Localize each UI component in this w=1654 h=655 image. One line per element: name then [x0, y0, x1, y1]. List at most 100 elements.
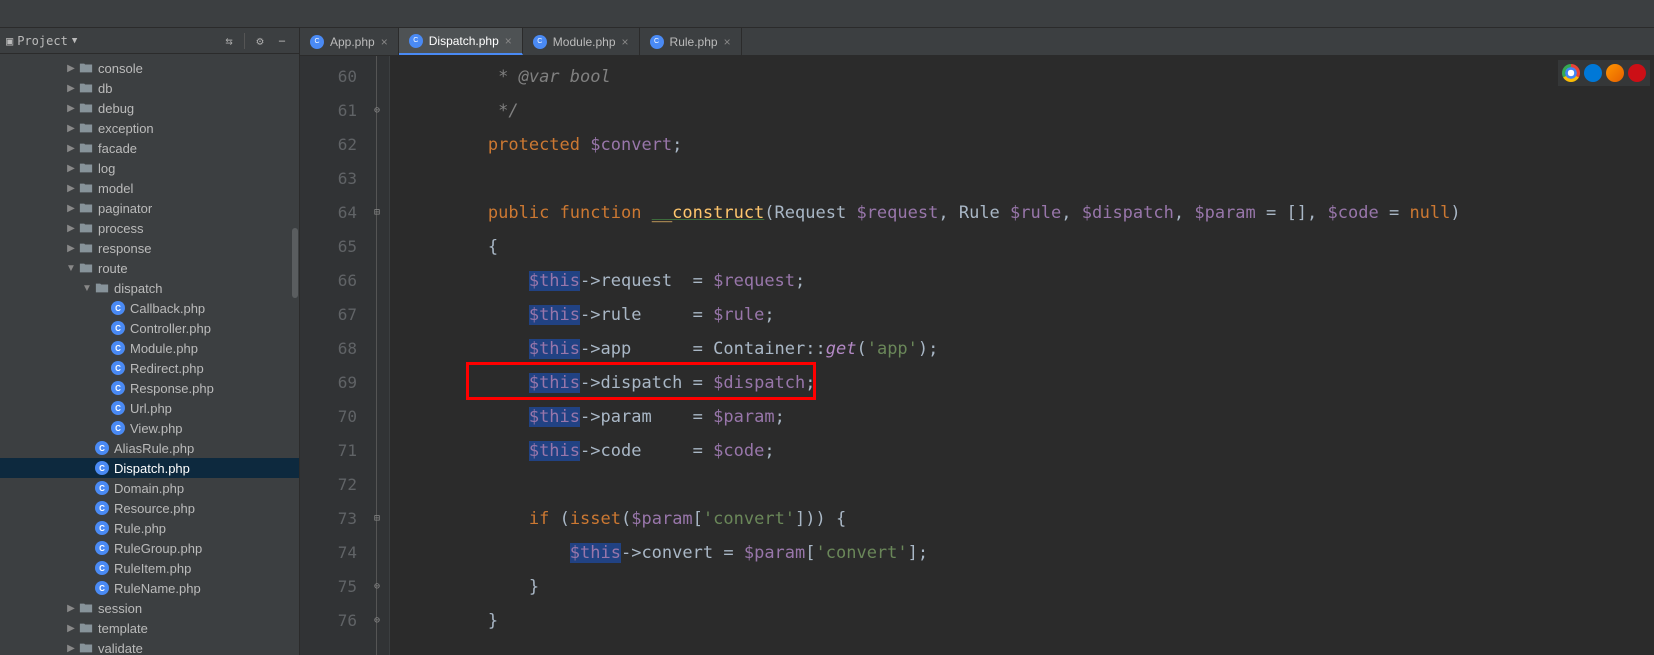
line-number: 73⊟ [300, 502, 389, 536]
code-line[interactable] [406, 468, 1654, 502]
line-number: 69 [300, 366, 389, 400]
fold-marker-icon[interactable]: ⊖ [371, 581, 383, 593]
code-line[interactable]: $this->code = $code; [406, 434, 1654, 468]
tree-folder[interactable]: route [0, 258, 299, 278]
gutter: 6061⊖626364⊟656667686970717273⊟7475⊖76⊖ [300, 56, 390, 655]
tree-folder[interactable]: log [0, 158, 299, 178]
tree-item-label: template [98, 621, 148, 636]
close-icon[interactable]: × [505, 34, 512, 48]
tree-folder[interactable]: validate [0, 638, 299, 655]
gear-icon[interactable]: ⚙ [249, 30, 271, 52]
code-line[interactable]: if (isset($param['convert'])) { [406, 502, 1654, 536]
tree-arrow-icon[interactable] [64, 243, 78, 254]
code-line[interactable]: } [406, 570, 1654, 604]
tree-file[interactable]: CUrl.php [0, 398, 299, 418]
code-line[interactable]: * @var bool [406, 60, 1654, 94]
tree-folder[interactable]: model [0, 178, 299, 198]
tab-label: Dispatch.php [429, 34, 499, 48]
code-line[interactable]: $this->rule = $rule; [406, 298, 1654, 332]
hide-icon[interactable]: − [271, 30, 293, 52]
tree-arrow-icon[interactable] [64, 123, 78, 134]
tree-file[interactable]: CModule.php [0, 338, 299, 358]
tree-folder[interactable]: debug [0, 98, 299, 118]
tree-arrow-icon[interactable] [64, 263, 78, 274]
tree-arrow-icon[interactable] [64, 223, 78, 234]
tree-file[interactable]: CRule.php [0, 518, 299, 538]
editor-area: CApp.php×CDispatch.php×CModule.php×CRule… [300, 28, 1654, 655]
tree-folder[interactable]: response [0, 238, 299, 258]
tree-file[interactable]: CRedirect.php [0, 358, 299, 378]
fold-marker-icon[interactable]: ⊖ [371, 105, 383, 117]
tree-file[interactable]: CController.php [0, 318, 299, 338]
tree-folder[interactable]: session [0, 598, 299, 618]
line-number: 60 [300, 60, 389, 94]
tree-file[interactable]: CCallback.php [0, 298, 299, 318]
fold-marker-icon[interactable]: ⊖ [371, 615, 383, 627]
editor-tab[interactable]: CRule.php× [640, 28, 742, 55]
tree-arrow-icon[interactable] [64, 143, 78, 154]
code-line[interactable]: $this->convert = $param['convert']; [406, 536, 1654, 570]
line-number: 61⊖ [300, 94, 389, 128]
tree-file[interactable]: CResponse.php [0, 378, 299, 398]
tree-arrow-icon[interactable] [64, 63, 78, 74]
tree-file[interactable]: CRuleItem.php [0, 558, 299, 578]
tree-item-label: RuleItem.php [114, 561, 191, 576]
tree-folder[interactable]: console [0, 58, 299, 78]
tree-folder[interactable]: exception [0, 118, 299, 138]
code-line[interactable]: } [406, 604, 1654, 638]
tree-item-label: Controller.php [130, 321, 211, 336]
tree-folder[interactable]: process [0, 218, 299, 238]
code-line[interactable]: { [406, 230, 1654, 264]
tree-folder[interactable]: dispatch [0, 278, 299, 298]
tree-arrow-icon[interactable] [64, 623, 78, 634]
code-line[interactable]: $this->app = Container::get('app'); [406, 332, 1654, 366]
tree-file[interactable]: CAliasRule.php [0, 438, 299, 458]
tree-file[interactable]: CRuleGroup.php [0, 538, 299, 558]
opera-icon[interactable] [1628, 64, 1646, 82]
firefox-icon[interactable] [1606, 64, 1624, 82]
browser-preview-icons[interactable] [1558, 60, 1650, 86]
code-line[interactable]: */ [406, 94, 1654, 128]
tree-file[interactable]: CRuleName.php [0, 578, 299, 598]
code-line[interactable] [406, 162, 1654, 196]
fold-marker-icon[interactable]: ⊟ [371, 207, 383, 219]
tree-arrow-icon[interactable] [64, 183, 78, 194]
tree-folder[interactable]: template [0, 618, 299, 638]
code-line[interactable]: public function __construct(Request $req… [406, 196, 1654, 230]
tree-folder[interactable]: facade [0, 138, 299, 158]
tree-folder[interactable]: paginator [0, 198, 299, 218]
tree-arrow-icon[interactable] [64, 83, 78, 94]
code-line[interactable]: protected $convert; [406, 128, 1654, 162]
folder-icon [78, 120, 94, 136]
project-tree[interactable]: consoledbdebugexceptionfacadelogmodelpag… [0, 54, 299, 655]
editor-tab[interactable]: CDispatch.php× [399, 28, 523, 55]
code-line[interactable]: $this->dispatch = $dispatch; [406, 366, 1654, 400]
tree-arrow-icon[interactable] [64, 643, 78, 654]
tree-arrow-icon[interactable] [64, 103, 78, 114]
tree-arrow-icon[interactable] [64, 203, 78, 214]
tree-file[interactable]: CDispatch.php [0, 458, 299, 478]
tree-file[interactable]: CView.php [0, 418, 299, 438]
edge-icon[interactable] [1584, 64, 1602, 82]
tree-folder[interactable]: db [0, 78, 299, 98]
chevron-down-icon: ▼ [72, 36, 77, 46]
chrome-icon[interactable] [1562, 64, 1580, 82]
fold-marker-icon[interactable]: ⊟ [371, 513, 383, 525]
close-icon[interactable]: × [381, 35, 388, 49]
project-dropdown[interactable]: ▣ Project ▼ [6, 34, 77, 48]
tree-file[interactable]: CResource.php [0, 498, 299, 518]
tree-item-label: AliasRule.php [114, 441, 194, 456]
close-icon[interactable]: × [724, 35, 731, 49]
editor-tab[interactable]: CModule.php× [523, 28, 640, 55]
code-content[interactable]: * @var bool */ protected $convert; publi… [390, 56, 1654, 655]
tree-arrow-icon[interactable] [80, 283, 94, 294]
code-line[interactable]: $this->request = $request; [406, 264, 1654, 298]
editor-tab[interactable]: CApp.php× [300, 28, 399, 55]
code-area[interactable]: 6061⊖626364⊟656667686970717273⊟7475⊖76⊖ … [300, 56, 1654, 655]
tree-arrow-icon[interactable] [64, 163, 78, 174]
tree-arrow-icon[interactable] [64, 603, 78, 614]
code-line[interactable]: $this->param = $param; [406, 400, 1654, 434]
close-icon[interactable]: × [622, 35, 629, 49]
collapse-icon[interactable]: ⇆ [218, 30, 240, 52]
tree-file[interactable]: CDomain.php [0, 478, 299, 498]
